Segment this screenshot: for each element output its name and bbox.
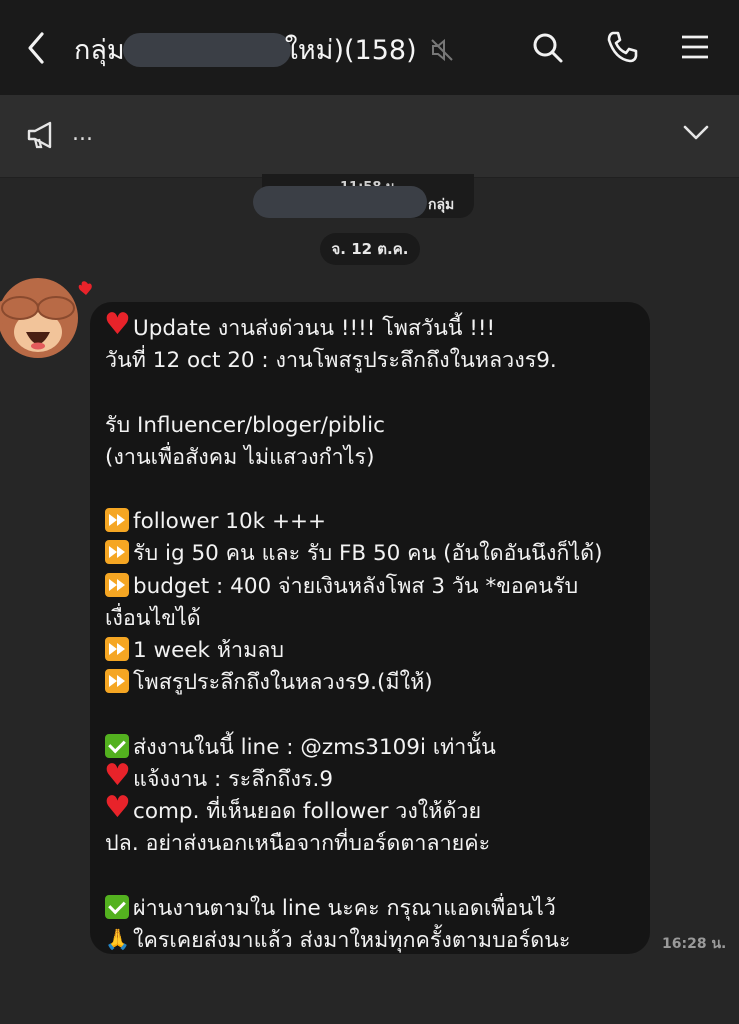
fast-forward-emoji-icon [105, 540, 129, 565]
chat-title-suffix: ใหม่)(158) [284, 35, 417, 66]
message-line-text: (งานเพื่อสังคม ไม่แสวงกำไร) [105, 444, 375, 470]
check-mark-emoji-icon [105, 733, 129, 758]
fast-forward-emoji-icon [105, 508, 129, 533]
redacted-user [253, 186, 427, 218]
system-message-text: กลุ่ม [428, 197, 455, 213]
message-line-text: ผ่านงานตามใน line นะคะ กรุณาแอดเพื่อนไว้ [133, 895, 556, 921]
folded-hands-emoji-icon [105, 923, 130, 955]
message-line: เงื่อนไขได้ [105, 603, 201, 635]
message-line-text: budget : 400 จ่ายเงินหลังโพส 3 วัน *ขอคน… [133, 573, 579, 599]
chat-header: กลุ่ม ใหม่)(158) [0, 0, 739, 95]
message-line-text: วันที่ 12 oct 20 : งานโพสรูประลึกถึงในหล… [105, 348, 557, 374]
phone-icon[interactable] [605, 30, 639, 64]
search-icon[interactable] [530, 30, 564, 64]
fast-forward-emoji-icon [105, 669, 129, 694]
message-line: ส่งงานในนี้ line : @zms3109i เท่านั้น [105, 732, 496, 764]
heart-emoji-icon [104, 792, 131, 824]
heart-emoji-icon [104, 760, 131, 792]
message-line: comp. ที่เห็นยอด follower วงให้ด้วย [104, 792, 482, 828]
message-line-text: แจ้งงาน : ระลึกถึงร.9 [133, 766, 333, 792]
megaphone-icon [27, 121, 52, 149]
message-line: รับ ig 50 คน และ รับ FB 50 คน (อันใดอันน… [105, 538, 603, 570]
mute-icon [430, 38, 453, 61]
message-line-text: โพสรูประลึกถึงในหลวงร9.(มีให้) [133, 670, 433, 696]
chevron-down-icon[interactable] [683, 123, 709, 143]
message-line-text: รับ Influencer/bloger/piblic [105, 412, 385, 438]
avatar[interactable] [0, 266, 100, 366]
message-line: 1 week ห้ามลบ [105, 635, 284, 667]
date-divider: จ. 12 ต.ค. [320, 233, 420, 265]
message-line-text: Update งานส่งด่วนน !!!! โพสวันนี้ !!! [133, 316, 496, 341]
message-line: แจ้งงาน : ระลึกถึงร.9 [104, 760, 333, 796]
announcement-text: ... [72, 121, 93, 146]
message-line-text: ปล. อย่าส่งนอกเหนือจากที่บอร์ดตาลายค่ะ [105, 831, 491, 857]
message-line: (งานเพื่อสังคม ไม่แสวงกำไร) [105, 442, 374, 474]
message-line-text: 1 week ห้ามลบ [133, 638, 285, 663]
message-line-text: follower 10k +++ [133, 509, 326, 535]
check-mark-emoji-icon [105, 894, 129, 919]
message-time: 16:28 น. [662, 936, 727, 952]
message-line: budget : 400 จ่ายเงินหลังโพส 3 วัน *ขอคน… [105, 571, 578, 603]
message-line: รับ Influencer/bloger/piblic [105, 410, 385, 442]
message-line-text: รับ ig 50 คน และ รับ FB 50 คน (อันใดอันน… [133, 541, 603, 567]
message-line-text: เงื่อนไขได้ [105, 605, 201, 631]
message-line: วันที่ 12 oct 20 : งานโพสรูประลึกถึงในหล… [105, 345, 557, 377]
message-line: ปล. อย่าส่งนอกเหนือจากที่บอร์ดตาลายค่ะ [105, 828, 490, 860]
chat-title-prefix: กลุ่ม [74, 35, 125, 66]
fast-forward-emoji-icon [105, 637, 129, 661]
message-line-text: ส่งงานในนี้ line : @zms3109i เท่านั้น [133, 734, 496, 760]
message-line-text: comp. ที่เห็นยอด follower วงให้ด้วย [133, 799, 482, 824]
chat-title[interactable]: กลุ่ม ใหม่)(158) [74, 28, 455, 71]
menu-icon[interactable] [678, 30, 712, 64]
announcement-bar[interactable]: ... [0, 95, 739, 178]
fast-forward-emoji-icon [105, 572, 129, 597]
redacted-name [122, 32, 291, 67]
heart-emoji-icon [104, 309, 131, 341]
message-line: follower 10k +++ [105, 506, 326, 538]
message-line: ใครเคยส่งมาแล้ว ส่งมาใหม่ทุกครั้งตามบอร์… [105, 923, 571, 957]
message-line: โพสรูประลึกถึงในหลวงร9.(มีให้) [105, 667, 433, 699]
message-line: Update งานส่งด่วนน !!!! โพสวันนี้ !!! [104, 309, 496, 345]
message-line: ผ่านงานตามใน line นะคะ กรุณาแอดเพื่อนไว้ [105, 893, 556, 925]
message-line-text: ใครเคยส่งมาแล้ว ส่งมาใหม่ทุกครั้งตามบอร์… [133, 927, 571, 953]
back-icon[interactable] [22, 30, 52, 66]
